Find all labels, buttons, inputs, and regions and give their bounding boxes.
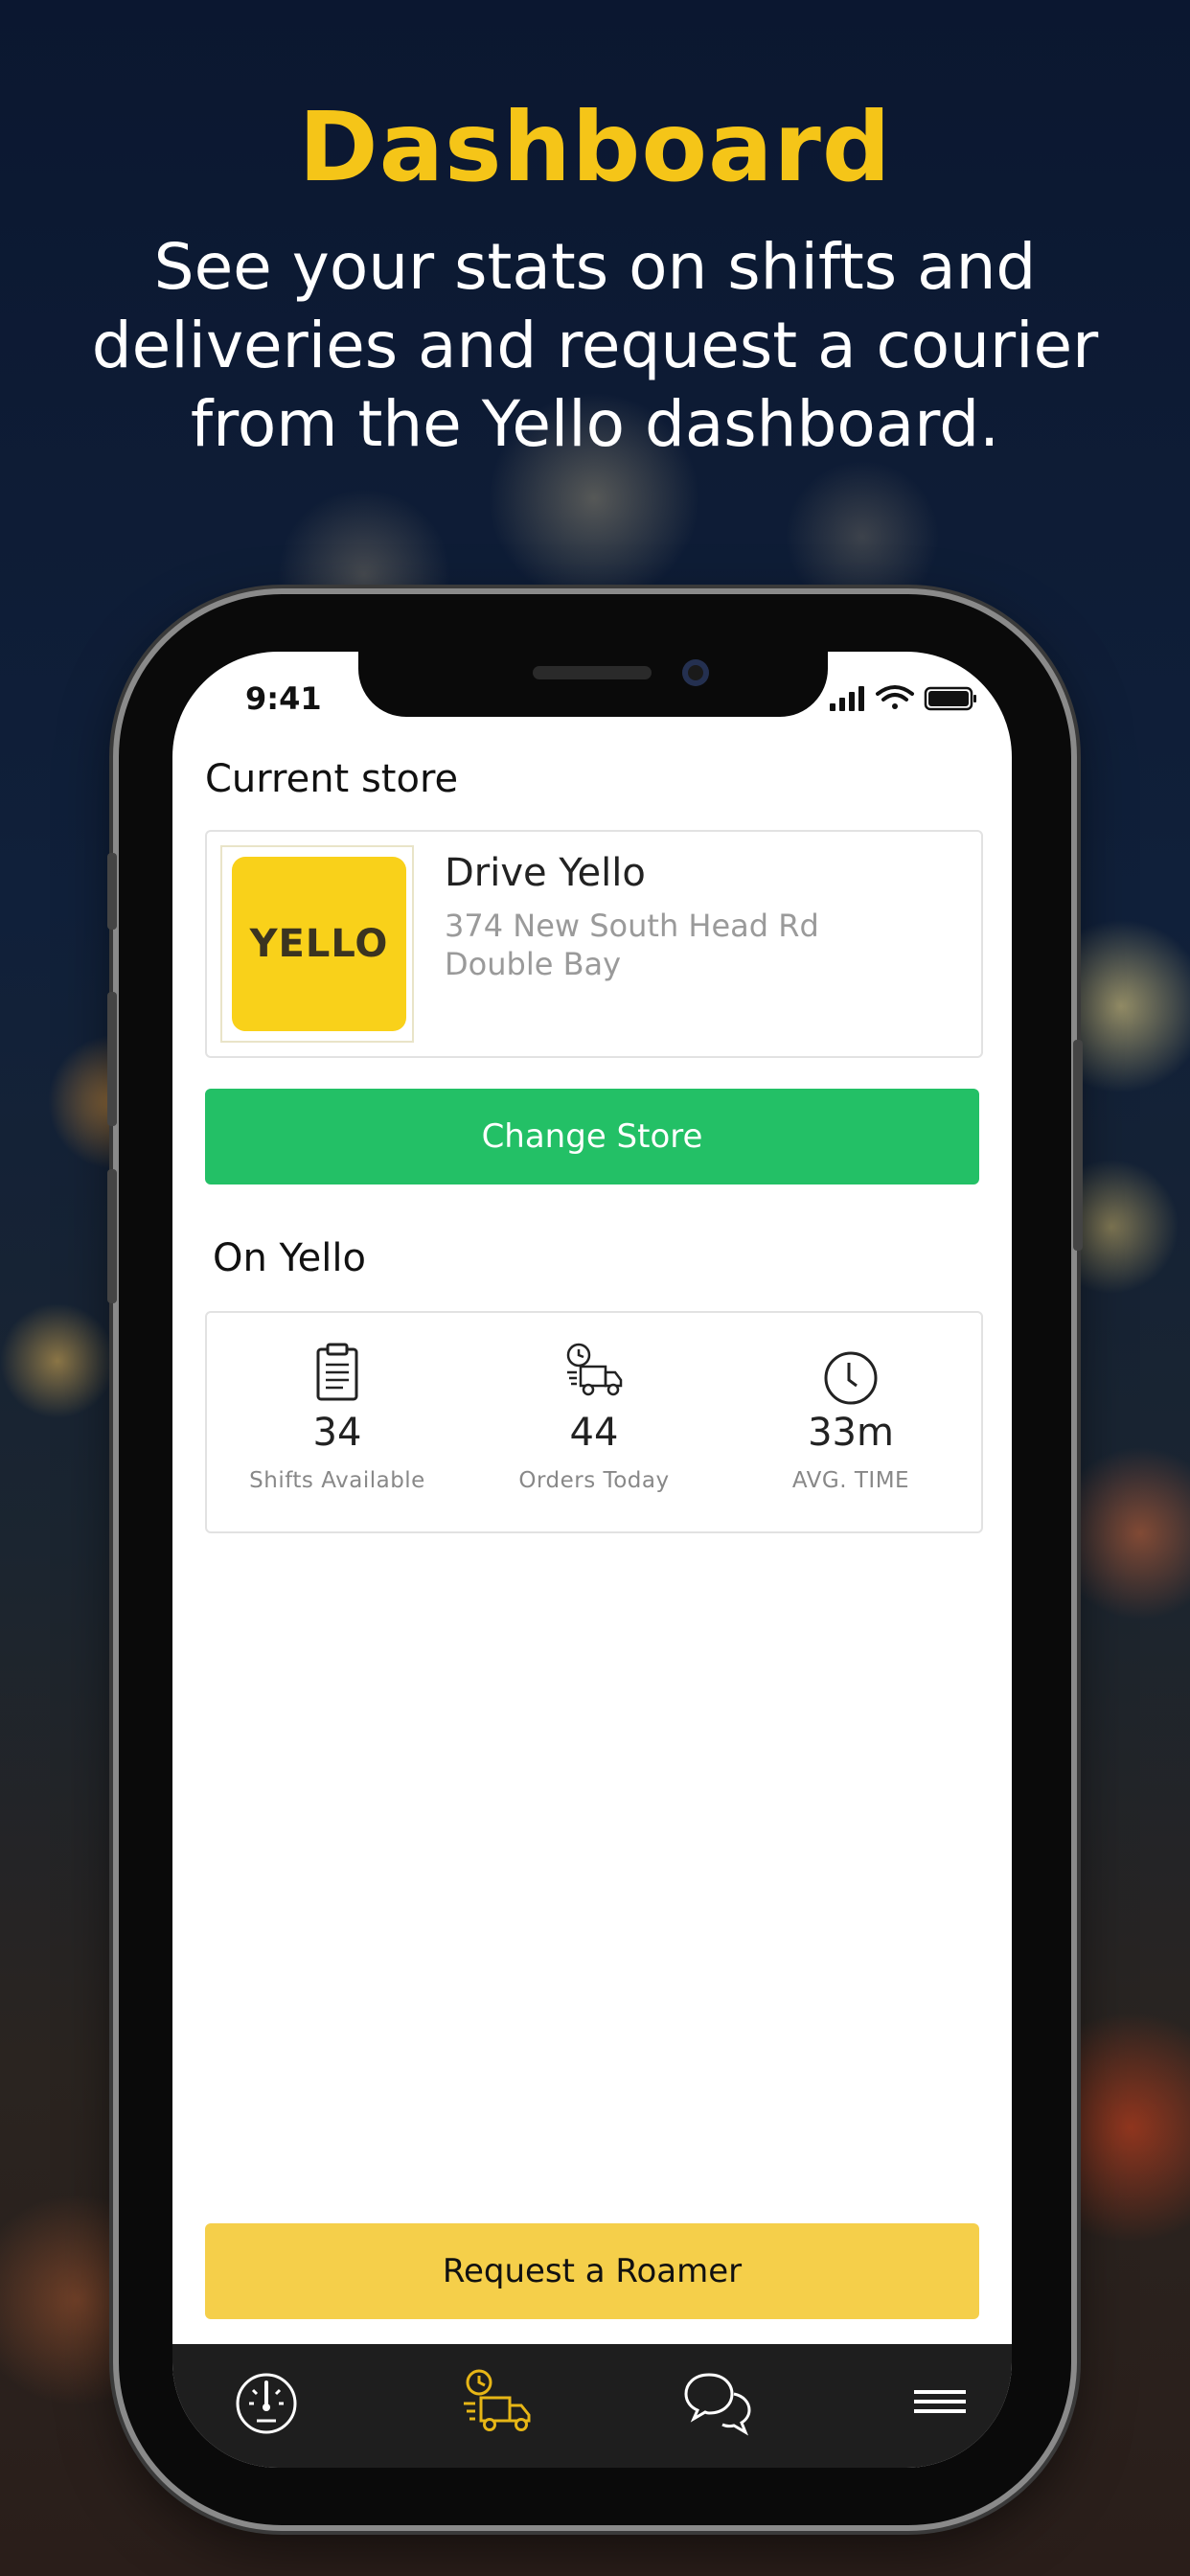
stat-value: 44 [569, 1411, 619, 1455]
change-store-button[interactable]: Change Store [205, 1089, 979, 1184]
delivery-truck-icon[interactable] [458, 2365, 535, 2442]
chat-bubbles-icon[interactable] [680, 2365, 757, 2442]
status-icons [830, 685, 976, 711]
promo-headline: Dashboard [298, 91, 892, 203]
clipboard-icon [316, 1343, 358, 1401]
status-time: 9:41 [245, 680, 322, 717]
request-roamer-button[interactable]: Request a Roamer [205, 2223, 979, 2319]
dashboard-gauge-icon[interactable] [228, 2365, 305, 2442]
tab-bar [172, 2344, 1012, 2468]
stat-shifts[interactable]: 34 Shifts Available [213, 1313, 462, 1531]
store-name: Drive Yello [445, 851, 646, 895]
stat-label: Shifts Available [249, 1468, 425, 1493]
stat-avg-time[interactable]: 33m AVG. TIME [726, 1313, 975, 1531]
promo-subline: See your stats on shifts and deliveries … [91, 230, 1099, 461]
store-logo: YELLO [232, 857, 406, 1031]
phone-camera [682, 659, 709, 686]
on-yello-title: On Yello [213, 1236, 366, 1280]
signal-icon [830, 686, 864, 711]
stat-label: AVG. TIME [791, 1468, 910, 1493]
phone-side-button [107, 853, 117, 930]
store-address-line1: 374 New South Head Rd [445, 908, 819, 944]
stat-label: Orders Today [518, 1468, 670, 1493]
current-store-title: Current store [205, 757, 459, 801]
phone-speaker [533, 666, 652, 679]
stat-value: 33m [808, 1411, 894, 1455]
clock-icon [824, 1351, 878, 1405]
delivery-truck-icon [566, 1343, 623, 1396]
stats-card: 34 Shifts Available 44 Orders Today 33m … [205, 1311, 983, 1533]
store-card[interactable]: YELLO Drive Yello 374 New South Head Rd … [205, 830, 983, 1058]
phone-power-button [1073, 1040, 1083, 1251]
store-address: 374 New South Head Rd Double Bay [445, 907, 819, 983]
wifi-icon [876, 685, 914, 709]
battery-icon [924, 686, 976, 711]
menu-icon[interactable] [903, 2365, 979, 2442]
stat-value: 34 [312, 1411, 362, 1455]
phone-volume-down [107, 1169, 117, 1303]
store-logo-frame: YELLO [220, 845, 414, 1043]
phone-volume-up [107, 992, 117, 1126]
stat-orders[interactable]: 44 Orders Today [469, 1313, 719, 1531]
store-address-line2: Double Bay [445, 946, 622, 982]
